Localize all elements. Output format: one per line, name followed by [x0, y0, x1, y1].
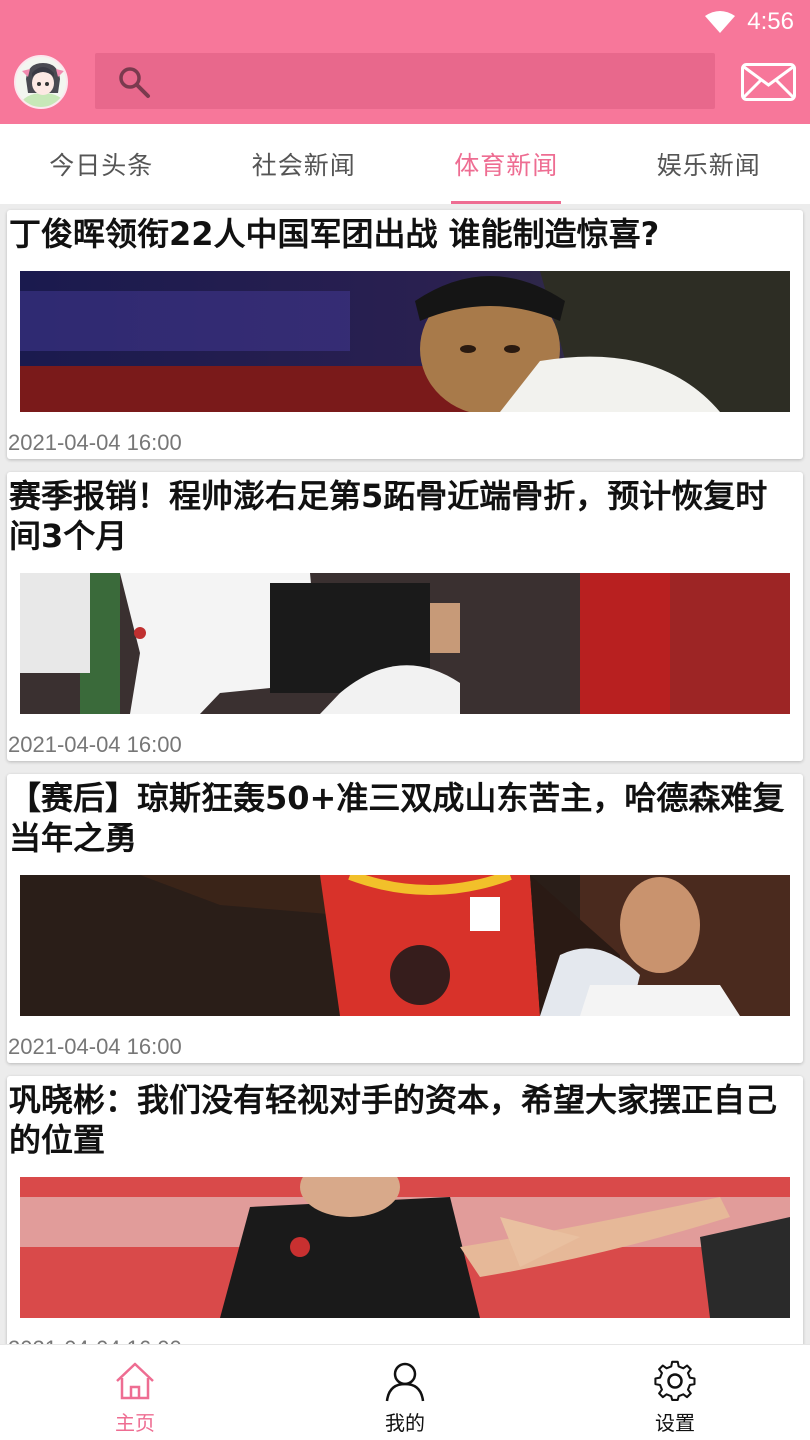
user-icon [385, 1362, 425, 1402]
news-card[interactable]: 【赛后】琼斯狂轰50+准三双成山东苦主，哈德森难复当年之勇 2021-04-04… [7, 774, 803, 1063]
news-image[interactable] [20, 1177, 790, 1318]
nav-home[interactable]: 主页 [0, 1345, 270, 1440]
news-title[interactable]: 丁俊晖领衔22人中国军团出战 谁能制造惊喜? [9, 214, 797, 254]
news-card[interactable]: 丁俊晖领衔22人中国军团出战 谁能制造惊喜? 2021-04-04 16:00 [7, 210, 803, 459]
tab-society[interactable]: 社会新闻 [203, 124, 406, 204]
news-time: 2021-04-04 16:00 [8, 1336, 182, 1344]
avatar[interactable] [14, 55, 68, 109]
tab-headlines[interactable]: 今日头条 [0, 124, 203, 204]
nav-settings-label: 设置 [655, 1411, 695, 1435]
mail-icon[interactable] [741, 63, 796, 101]
coach-gesturing-photo [20, 1177, 790, 1318]
bottom-nav: 主页 我的 设置 [0, 1344, 810, 1440]
search-icon[interactable] [117, 65, 151, 99]
wifi-icon [705, 11, 736, 33]
snooker-player-photo [20, 271, 790, 412]
nav-mine-label: 我的 [385, 1411, 425, 1435]
news-image[interactable] [20, 875, 790, 1016]
status-bar: 4:56 [0, 0, 810, 44]
news-title[interactable]: 赛季报销！程帅澎右足第5跖骨近端骨折，预计恢复时间3个月 [9, 476, 797, 556]
news-card[interactable]: 巩晓彬：我们没有轻视对手的资本，希望大家摆正自己的位置 2021-04-04 1… [7, 1076, 803, 1344]
nav-mine[interactable]: 我的 [270, 1345, 540, 1440]
category-tabs: 今日头条 社会新闻 体育新闻 娱乐新闻 [0, 124, 810, 204]
search-input[interactable] [165, 61, 695, 101]
news-time: 2021-04-04 16:00 [8, 430, 182, 455]
nav-settings[interactable]: 设置 [540, 1345, 810, 1440]
gear-icon [654, 1360, 696, 1401]
search-bar[interactable] [95, 53, 715, 109]
news-image[interactable] [20, 573, 790, 714]
tab-sports[interactable]: 体育新闻 [405, 124, 608, 204]
nav-home-label: 主页 [115, 1411, 155, 1435]
news-time: 2021-04-04 16:00 [8, 732, 182, 757]
basketball-tigers-jersey-photo [20, 875, 790, 1016]
tab-entertainment[interactable]: 娱乐新闻 [608, 124, 810, 204]
news-time: 2021-04-04 16:00 [8, 1034, 182, 1059]
news-title[interactable]: 巩晓彬：我们没有轻视对手的资本，希望大家摆正自己的位置 [9, 1080, 797, 1160]
home-icon [116, 1362, 154, 1400]
news-image[interactable] [20, 271, 790, 412]
basketball-injury-photo [20, 573, 790, 714]
news-card[interactable]: 赛季报销！程帅澎右足第5跖骨近端骨折，预计恢复时间3个月 2021-04-04 … [7, 472, 803, 761]
status-right: 4:56 [705, 6, 794, 38]
avatar-image [16, 57, 66, 107]
news-feed[interactable]: 丁俊晖领衔22人中国军团出战 谁能制造惊喜? 2021-04-04 16:00 … [0, 204, 810, 1344]
status-time: 4:56 [747, 8, 794, 35]
app-header [0, 44, 810, 124]
news-title[interactable]: 【赛后】琼斯狂轰50+准三双成山东苦主，哈德森难复当年之勇 [9, 778, 797, 858]
